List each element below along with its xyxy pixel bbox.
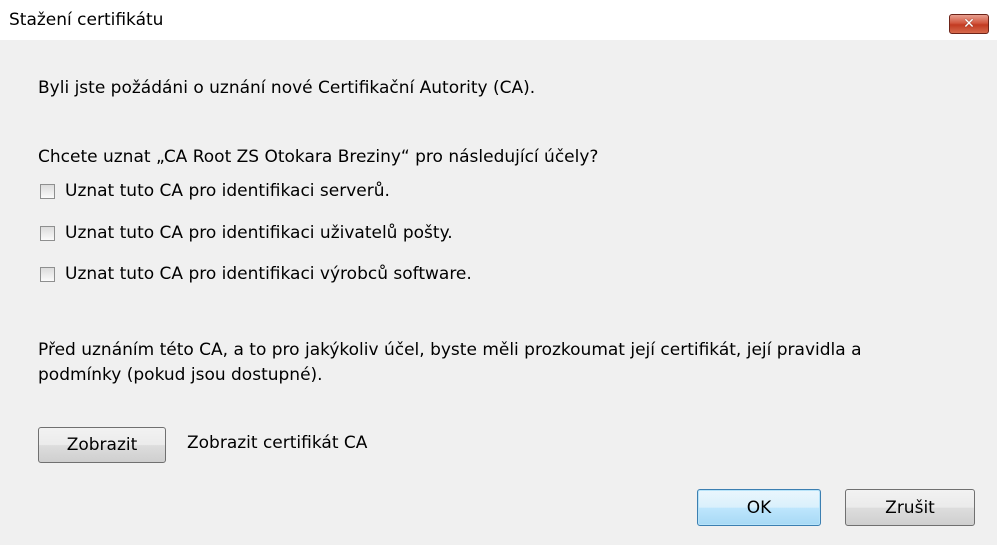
server-identification-label[interactable]: Uznat tuto CA pro identifikaci serverů. bbox=[65, 181, 390, 201]
email-identification-label[interactable]: Uznat tuto CA pro identifikaci uživatelů… bbox=[65, 223, 453, 243]
software-identification-checkbox[interactable] bbox=[40, 266, 55, 282]
close-button[interactable]: ✕ bbox=[949, 14, 989, 34]
note-line-2: podmínky (pokud jsou dostupné). bbox=[38, 365, 323, 385]
note-line-1: Před uznáním této CA, a to pro jakýkoliv… bbox=[38, 340, 862, 360]
server-identification-checkbox[interactable] bbox=[40, 183, 55, 199]
intro-text: Byli jste požádáni o uznání nové Certifi… bbox=[38, 78, 536, 98]
option-software-identification[interactable]: Uznat tuto CA pro identifikaci výrobců s… bbox=[40, 263, 472, 285]
ok-button[interactable]: OK bbox=[697, 489, 821, 526]
close-icon: ✕ bbox=[963, 16, 975, 32]
view-certificate-description: Zobrazit certifikát CA bbox=[187, 433, 368, 453]
view-button[interactable]: Zobrazit bbox=[38, 427, 166, 463]
email-identification-checkbox[interactable] bbox=[40, 225, 55, 241]
software-identification-label[interactable]: Uznat tuto CA pro identifikaci výrobců s… bbox=[65, 264, 472, 284]
title-bar: Stažení certifikátu ✕ bbox=[0, 0, 997, 40]
option-server-identification[interactable]: Uznat tuto CA pro identifikaci serverů. bbox=[40, 180, 390, 202]
certificate-download-dialog: Stažení certifikátu ✕ Byli jste požádáni… bbox=[0, 0, 997, 545]
window-title: Stažení certifikátu bbox=[9, 10, 164, 30]
question-text: Chcete uznat „CA Root ZS Otokara Breziny… bbox=[38, 147, 599, 167]
option-email-identification[interactable]: Uznat tuto CA pro identifikaci uživatelů… bbox=[40, 222, 453, 244]
cancel-button[interactable]: Zrušit bbox=[845, 489, 975, 526]
dialog-content: Byli jste požádáni o uznání nové Certifi… bbox=[0, 40, 997, 545]
